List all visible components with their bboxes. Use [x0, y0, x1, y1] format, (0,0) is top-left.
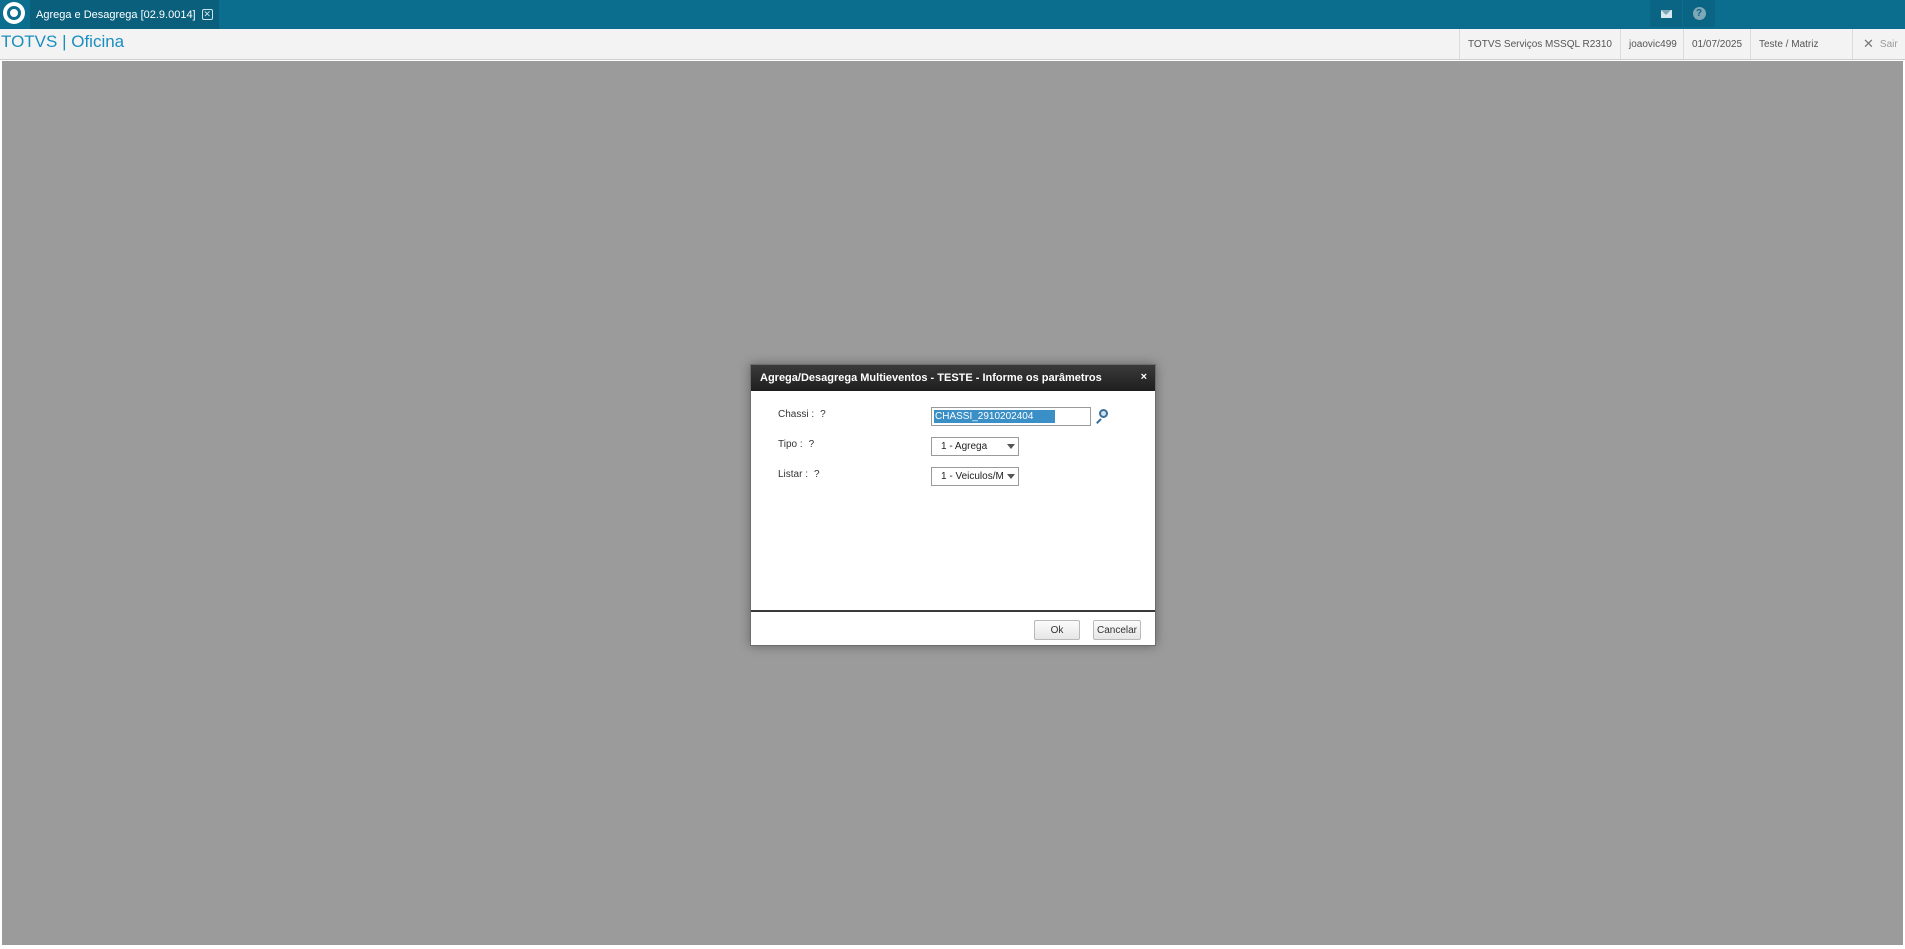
dialog-titlebar: Agrega/Desagrega Multieventos - TESTE - …: [751, 365, 1155, 391]
chassi-row: Chassi :? CHASSI_2910202404: [751, 405, 1155, 429]
cancel-button[interactable]: Cancelar: [1093, 620, 1141, 640]
listar-select[interactable]: 1 - Veiculos/M: [931, 467, 1019, 486]
ok-button[interactable]: Ok: [1034, 620, 1080, 640]
listar-row: Listar :? 1 - Veiculos/M: [751, 465, 1155, 489]
tipo-row: Tipo :? 1 - Agrega: [751, 435, 1155, 459]
dialog-footer: Ok Cancelar: [751, 610, 1155, 646]
listar-value: 1 - Veiculos/M: [941, 471, 1004, 482]
dialog-close-icon[interactable]: ×: [1141, 371, 1147, 383]
close-icon: ✕: [1863, 36, 1874, 51]
header-bar: TOTVS | Oficina TOTVS Serviços MSSQL R23…: [0, 29, 1905, 60]
tab-label: Agrega e Desagrega [02.9.0014]: [36, 8, 196, 21]
help-button[interactable]: ?: [1683, 0, 1715, 27]
environment-label[interactable]: TOTVS Serviços MSSQL R2310: [1459, 29, 1620, 59]
chassi-input[interactable]: CHASSI_2910202404: [931, 407, 1091, 426]
logout-label: Sair: [1879, 38, 1898, 50]
totvs-logo-icon[interactable]: [3, 2, 25, 24]
company-label[interactable]: Teste / Matriz: [1750, 29, 1826, 59]
chassi-label: Chassi :?: [778, 409, 826, 420]
parameters-dialog: Agrega/Desagrega Multieventos - TESTE - …: [750, 364, 1156, 646]
mail-button[interactable]: [1650, 0, 1682, 27]
tipo-label: Tipo :?: [778, 439, 815, 450]
search-icon[interactable]: [1094, 408, 1110, 424]
tipo-select[interactable]: 1 - Agrega: [931, 437, 1019, 456]
logout-button[interactable]: ✕ Sair: [1852, 29, 1905, 59]
help-icon: ?: [1692, 7, 1706, 20]
tipo-help-icon[interactable]: ?: [809, 439, 815, 450]
chassi-help-icon[interactable]: ?: [820, 409, 826, 420]
chevron-down-icon: [1007, 444, 1015, 449]
tab-agrega-desagrega[interactable]: Agrega e Desagrega [02.9.0014] ✕: [30, 0, 219, 29]
listar-help-icon[interactable]: ?: [814, 469, 820, 480]
date-label[interactable]: 01/07/2025: [1683, 29, 1750, 59]
tipo-value: 1 - Agrega: [941, 441, 988, 452]
chassi-value: CHASSI_2910202404: [934, 410, 1056, 423]
user-label[interactable]: joaovic499: [1620, 29, 1685, 59]
chevron-down-icon: [1007, 474, 1015, 479]
mail-icon: [1660, 9, 1672, 18]
dialog-title: Agrega/Desagrega Multieventos - TESTE - …: [760, 372, 1102, 384]
tab-close-icon[interactable]: ✕: [201, 9, 213, 20]
app-title: TOTVS | Oficina: [1, 32, 125, 51]
top-bar: Agrega e Desagrega [02.9.0014] ✕ ?: [0, 0, 1905, 29]
listar-label: Listar :?: [778, 469, 820, 480]
